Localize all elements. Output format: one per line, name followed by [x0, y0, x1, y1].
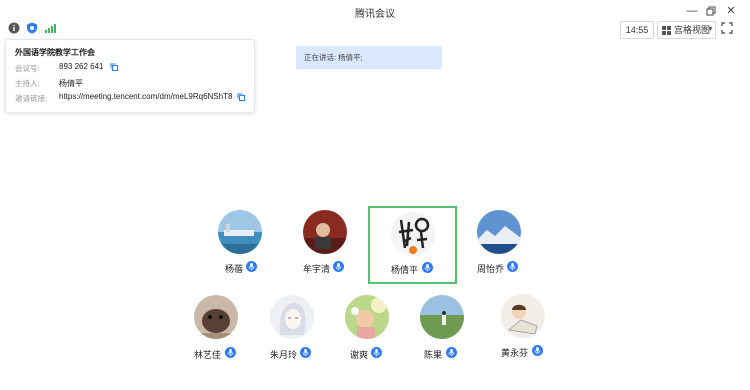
host-label: 主持人:	[15, 79, 40, 88]
window-title: 腾讯会议	[355, 9, 395, 20]
speaking-indicator: 正在讲话: 杨倩平;	[296, 46, 442, 69]
mic-icon	[371, 347, 382, 358]
participant-name: 杨倩平	[391, 265, 419, 275]
mic-icon	[300, 347, 311, 358]
signal-icon[interactable]	[44, 22, 56, 34]
mic-icon	[246, 261, 257, 272]
mic-icon	[532, 345, 543, 356]
shield-icon[interactable]	[26, 22, 38, 34]
avatar	[218, 210, 262, 254]
meeting-title: 外国语学院教学工作会	[15, 48, 95, 57]
chevron-down-icon: ▼	[707, 26, 714, 33]
invite-link-label: 邀请链接:	[15, 94, 48, 103]
copy-icon[interactable]	[237, 93, 245, 101]
participant-name: 周怡乔	[477, 264, 505, 274]
close-icon[interactable]: ✕	[724, 4, 738, 18]
avatar	[477, 210, 521, 254]
minimize-icon[interactable]: —	[685, 4, 699, 18]
copy-icon[interactable]	[110, 63, 118, 71]
grid-view-icon	[662, 26, 671, 35]
avatar	[391, 212, 435, 256]
mic-icon	[446, 347, 457, 358]
mic-icon	[507, 261, 518, 272]
view-mode-label: 宫格视图	[674, 25, 711, 35]
mic-icon	[333, 261, 344, 272]
fullscreen-icon[interactable]	[721, 22, 733, 34]
avatar	[345, 295, 389, 339]
title-bar: 腾讯会议 — ✕	[0, 0, 750, 22]
mic-icon	[422, 262, 433, 273]
meeting-info-panel: 外国语学院教学工作会 会议号: 893 262 641 主持人: 杨倩平 邀请链…	[5, 39, 255, 113]
mic-icon	[225, 347, 236, 358]
avatar	[303, 210, 347, 254]
participant-name: 陈果	[424, 350, 443, 360]
meeting-id-label: 会议号:	[15, 64, 40, 73]
participant-name: 林艺佳	[194, 350, 222, 360]
info-icon[interactable]	[8, 22, 20, 34]
participant-name: 谢爽	[350, 350, 369, 360]
avatar	[194, 295, 238, 339]
invite-link-value[interactable]: https://meeting.tencent.com/dm/meL9Rq6NS…	[59, 92, 232, 101]
host-value: 杨倩平	[59, 79, 83, 88]
avatar	[420, 295, 464, 339]
participant-name: 杨蓓	[225, 264, 244, 274]
meeting-clock: 14:55	[620, 21, 654, 39]
meeting-id-value: 893 262 641	[59, 62, 104, 71]
restore-icon[interactable]	[704, 4, 718, 18]
participant-tile-active[interactable]: 杨倩平	[368, 206, 457, 284]
participant-name: 黄永芬	[501, 348, 529, 358]
avatar	[270, 295, 314, 339]
avatar	[501, 294, 545, 338]
participant-name: 朱月玲	[270, 350, 298, 360]
participant-name: 牟宇清	[303, 264, 331, 274]
view-mode-button[interactable]: 宫格视图 ▼	[657, 21, 716, 39]
